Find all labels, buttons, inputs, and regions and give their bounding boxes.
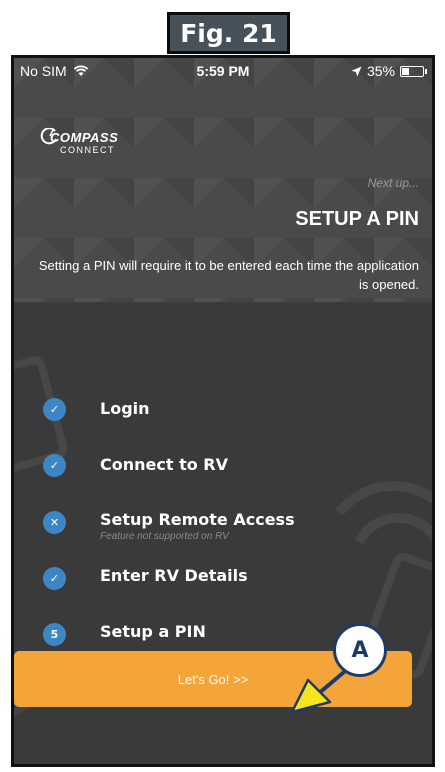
step-setup-remote-access: ✕ Setup Remote Access Feature not suppor…: [14, 505, 432, 545]
compass-logo-icon: [40, 128, 57, 145]
battery-icon: [400, 65, 427, 77]
step-label: Connect to RV: [100, 455, 228, 474]
callout-a-badge: A: [333, 623, 387, 677]
step-number-badge: 5: [43, 623, 66, 646]
status-right: 35%: [351, 63, 427, 79]
step-label: Login: [100, 399, 150, 418]
hero-description: Setting a PIN will require it to be ente…: [38, 258, 419, 292]
step-enter-rv-details: ✓ Enter RV Details: [14, 561, 432, 601]
callout-a-label: A: [351, 637, 369, 663]
next-up-text: Next up...: [367, 176, 419, 190]
step-connect-to-rv: ✓ Connect to RV: [14, 450, 432, 490]
logo-line2: CONNECT: [60, 145, 115, 155]
step-label: Setup Remote Access: [100, 510, 295, 529]
battery-fill: [402, 67, 409, 75]
figure-label-text: Fig. 21: [180, 18, 277, 48]
step-label: Enter RV Details: [100, 566, 248, 585]
hero-title: SETUP A PIN: [295, 208, 419, 230]
figure-label: Fig. 21: [167, 12, 290, 54]
battery-percent: 35%: [366, 63, 395, 79]
check-icon: ✓: [43, 567, 66, 590]
status-bar: No SIM 5:59 PM 35%: [14, 58, 432, 84]
compass-connect-logo: COMPASS CONNECT: [40, 128, 119, 155]
step-login: ✓ Login: [14, 394, 432, 434]
check-icon: ✓: [43, 398, 66, 421]
hero-panel: No SIM 5:59 PM 35% COMPASS CONNECT Next …: [14, 58, 432, 302]
logo-line1: COMPASS: [50, 130, 119, 145]
location-arrow-icon: [351, 66, 362, 76]
step-label: Setup a PIN: [100, 622, 206, 641]
close-icon: ✕: [43, 511, 66, 534]
check-icon: ✓: [43, 454, 66, 477]
step-note: Feature not supported on RV: [100, 531, 229, 542]
